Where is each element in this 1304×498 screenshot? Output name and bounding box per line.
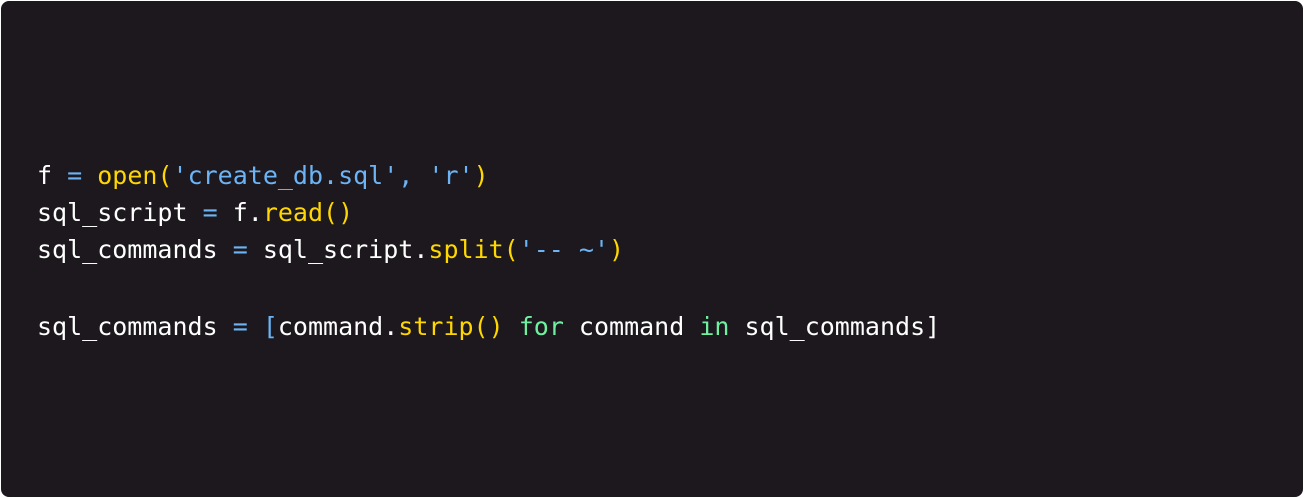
token-punctuation: ,: [398, 161, 429, 190]
token-bracket: [: [262, 312, 278, 341]
token-string: 'create_db.sql': [172, 161, 399, 190]
token-operator: =: [202, 198, 218, 227]
code-block: f = open('create_db.sql', 'r') sql_script…: [37, 157, 940, 345]
token-function: ): [473, 161, 489, 190]
token-function: strip(): [398, 312, 504, 341]
token-identifier: f: [37, 161, 53, 190]
code-line-1: f = open('create_db.sql', 'r'): [37, 157, 940, 194]
token-function: open(: [97, 161, 173, 190]
token-identifier: f.: [232, 198, 263, 227]
token-function: split(: [428, 235, 519, 264]
token-identifier: sql_commands]: [729, 312, 941, 341]
token-keyword: in: [699, 312, 730, 341]
token-operator: =: [232, 235, 248, 264]
token-identifier: sql_script: [37, 198, 188, 227]
token-string: '-- ~': [518, 235, 610, 264]
token-string: 'r': [428, 161, 474, 190]
token-keyword: for: [518, 312, 564, 341]
token-function: read(): [262, 198, 354, 227]
token-function: ): [609, 235, 625, 264]
code-line-5: sql_commands = [command.strip() for comm…: [37, 308, 940, 345]
token-identifier: command: [563, 312, 700, 341]
token-identifier: sql_script.: [262, 235, 429, 264]
code-line-3: sql_commands = sql_script.split('-- ~'): [37, 231, 940, 268]
token-operator: =: [232, 312, 248, 341]
token-identifier: command.: [277, 312, 399, 341]
token-identifier: sql_commands: [37, 312, 218, 341]
code-line-4-blank: [37, 268, 940, 308]
code-line-2: sql_script = f.read(): [37, 194, 940, 231]
token-identifier: sql_commands: [37, 235, 218, 264]
token-operator: =: [67, 161, 83, 190]
code-panel: f = open('create_db.sql', 'r') sql_script…: [1, 1, 1303, 497]
